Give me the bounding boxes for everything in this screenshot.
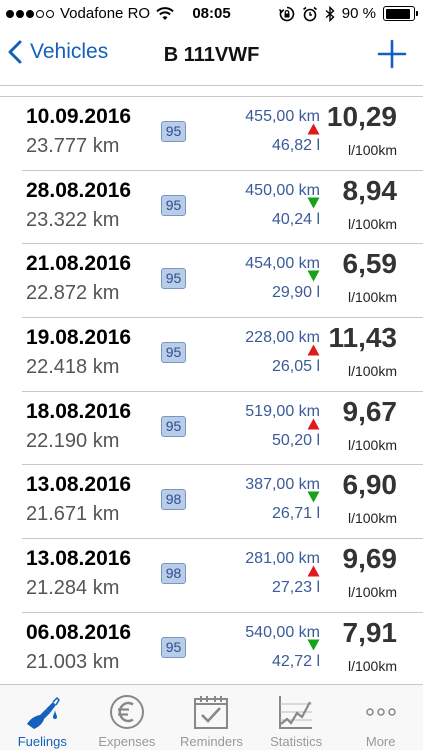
trend-down-icon (307, 270, 320, 282)
fueling-odometer: 21.671 km (26, 503, 120, 526)
status-bar: Vodafone RO 08:05 90 % (0, 0, 423, 30)
chevron-left-icon (8, 40, 22, 64)
tab-label: Expenses (98, 734, 156, 749)
back-button[interactable]: Vehicles (8, 40, 108, 64)
chart-icon (279, 696, 313, 729)
fuel-type-badge: 95 (161, 415, 186, 437)
fueling-odometer: 22.872 km (26, 282, 120, 305)
fueling-odometer: 22.418 km (26, 356, 120, 379)
euro-icon (109, 695, 144, 729)
fuel-type-badge: 95 (161, 194, 186, 216)
fueling-row[interactable]: 06.08.2016 21.003 km 95 540,00 km 42,72 … (22, 613, 423, 684)
tab-more[interactable]: More (338, 685, 423, 750)
fueling-odometer: 21.284 km (26, 577, 120, 600)
fueling-date: 28.08.2016 (26, 178, 132, 202)
consumption-unit: l/100km (347, 142, 397, 158)
fueling-row[interactable]: 13.08.2016 21.284 km 98 281,00 km 27,23 … (22, 539, 423, 613)
consumption-unit: l/100km (347, 289, 397, 306)
battery-level (385, 8, 410, 19)
calendar-icon (194, 696, 229, 729)
fuel-type-badge: 98 (161, 489, 186, 511)
fueling-date: 13.08.2016 (26, 473, 132, 497)
fueling-volume: 29,90 l (271, 284, 320, 302)
fueling-volume: 50,20 l (271, 431, 320, 449)
consumption-unit: l/100km (347, 363, 397, 380)
fueling-row[interactable]: 19.08.2016 22.418 km 95 228,00 km 26,05 … (22, 318, 423, 392)
tab-label: Fuelings (17, 734, 67, 749)
fueling-consumption: 11,43 (328, 322, 397, 354)
fuel-type-badge: 95 (161, 121, 186, 142)
fueling-volume: 26,05 l (271, 358, 320, 376)
fueling-row[interactable]: 13.08.2016 21.671 km 98 387,00 km 26,71 … (22, 465, 423, 540)
fueling-consumption: 6,59 (342, 248, 398, 280)
fueling-consumption: 7,91 (342, 616, 398, 648)
trend-up-icon (307, 344, 320, 356)
fueling-consumption: 6,90 (342, 469, 398, 501)
trend-up-icon (307, 565, 320, 577)
trend-down-icon (307, 491, 320, 503)
fuel-type-badge: 95 (161, 268, 186, 290)
fueling-row[interactable]: 21.08.2016 22.872 km 95 454,00 km 29,90 … (22, 244, 423, 319)
rotation-lock-icon (278, 6, 295, 21)
more-dots-icon (365, 708, 396, 716)
trend-up-icon (307, 123, 320, 135)
tab-bar: Fuelings Expenses Reminders Statistics M… (0, 684, 423, 750)
consumption-unit: l/100km (347, 510, 397, 527)
fueling-row[interactable]: 18.08.2016 22.190 km 95 519,00 km 50,20 … (22, 392, 423, 466)
fueling-date: 21.08.2016 (26, 252, 132, 276)
trend-up-icon (307, 418, 320, 430)
tab-statistics[interactable]: Statistics (254, 685, 339, 750)
tab-label: Reminders (180, 734, 243, 749)
fueling-volume: 42,72 l (271, 652, 320, 670)
fuel-type-badge: 95 (161, 636, 186, 658)
add-icon[interactable] (377, 39, 407, 69)
fueling-list: 10.09.2016 23.777 km 95 455,00 km 46,82 … (0, 96, 423, 684)
fueling-volume: 26,71 l (271, 505, 320, 523)
fueling-consumption: 9,67 (342, 395, 398, 427)
fuel-type-badge: 98 (161, 563, 186, 585)
fueling-date: 06.08.2016 (26, 620, 132, 644)
fuel-pump-icon (27, 696, 61, 729)
battery-icon (383, 6, 418, 21)
fueling-date: 10.09.2016 (26, 105, 132, 128)
consumption-unit: l/100km (347, 436, 397, 453)
fueling-date: 19.08.2016 (26, 326, 132, 350)
tab-reminders[interactable]: Reminders (169, 685, 254, 750)
consumption-unit: l/100km (347, 584, 397, 601)
tab-fuelings[interactable]: Fuelings (0, 685, 85, 750)
fueling-consumption: 10,29 (326, 101, 397, 132)
fueling-row[interactable]: 28.08.2016 23.322 km 95 450,00 km 40,24 … (22, 171, 423, 245)
tab-label: Statistics (270, 734, 323, 749)
fueling-odometer: 22.190 km (26, 429, 120, 452)
fueling-volume: 27,23 l (271, 579, 320, 597)
fueling-consumption: 8,94 (342, 174, 398, 206)
tab-expenses[interactable]: Expenses (85, 685, 170, 750)
alarm-icon (302, 6, 317, 21)
fueling-odometer: 23.322 km (26, 208, 120, 231)
fueling-row[interactable]: 10.09.2016 23.777 km 95 455,00 km 46,82 … (22, 97, 423, 171)
battery-percent: 90 % (341, 5, 376, 22)
consumption-unit: l/100km (347, 657, 397, 674)
bluetooth-icon (325, 5, 335, 22)
tab-label: More (365, 734, 396, 749)
trend-down-icon (307, 197, 320, 209)
status-bar-right: 90 % (278, 5, 418, 22)
fueling-volume: 40,24 l (271, 210, 320, 228)
fueling-volume: 46,82 l (271, 137, 320, 154)
fueling-date: 18.08.2016 (26, 399, 132, 423)
fueling-odometer: 21.003 km (26, 650, 120, 673)
fueling-consumption: 9,69 (342, 543, 398, 575)
back-button-label: Vehicles (30, 40, 109, 63)
fueling-odometer: 23.777 km (26, 135, 120, 157)
navigation-bar: Vehicles B 111VWF (0, 30, 423, 86)
fueling-date: 13.08.2016 (26, 547, 132, 571)
fuel-type-badge: 95 (161, 342, 186, 364)
trend-down-icon (307, 639, 320, 651)
consumption-unit: l/100km (347, 215, 397, 232)
